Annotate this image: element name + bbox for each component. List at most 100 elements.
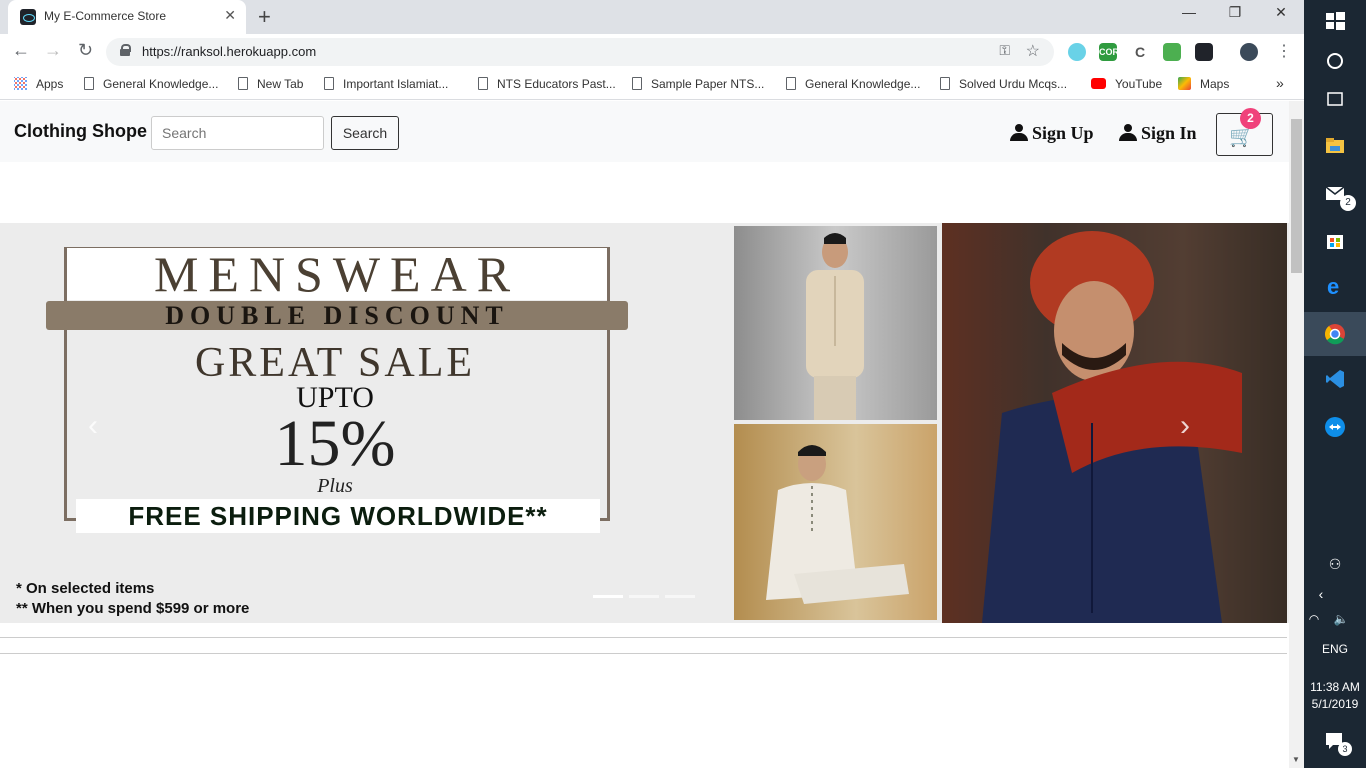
page-icon — [478, 77, 488, 90]
profile-avatar[interactable] — [1240, 43, 1258, 61]
bookmark-label: General Knowledge... — [805, 77, 921, 91]
banner-note-2: ** When you spend $599 or more — [16, 600, 250, 617]
key-icon[interactable]: ⚿ — [999, 42, 1010, 59]
url-text[interactable]: https://ranksol.herokuapp.com — [142, 44, 316, 59]
sign-in-label: Sign In — [1141, 123, 1197, 143]
menu-dots-icon[interactable]: ⋮ — [1276, 41, 1292, 61]
svg-text:e: e — [1327, 275, 1339, 297]
edge-icon[interactable]: e — [1324, 274, 1346, 299]
scroll-down-icon[interactable]: ▼ — [1292, 755, 1300, 764]
omnibox[interactable]: https://ranksol.herokuapp.com ⚿ ☆ — [106, 38, 1054, 66]
new-tab-button[interactable]: + — [258, 4, 271, 30]
bookmark-star-icon[interactable]: ☆ — [1026, 41, 1040, 61]
lock-icon — [120, 44, 131, 56]
file-explorer-icon[interactable] — [1324, 135, 1346, 157]
chrome-icon[interactable] — [1324, 323, 1346, 345]
promo-banner: MENSWEAR DOUBLE DISCOUNT GREAT SALE UPTO… — [0, 223, 733, 623]
address-bar: ← → ↻ https://ranksol.herokuapp.com ⚿ ☆ … — [0, 34, 1304, 70]
brand-logo[interactable]: Clothing Shope — [14, 121, 147, 142]
bookmark-youtube[interactable]: YouTube — [1091, 77, 1162, 91]
cors-extension-icon[interactable]: CORS — [1099, 43, 1125, 61]
close-tab-icon[interactable]: ✕ — [224, 7, 236, 24]
bookmark-label: Solved Urdu Mcqs... — [959, 77, 1068, 91]
c-extension-icon[interactable]: C — [1131, 43, 1149, 61]
bookmark-item[interactable]: Sample Paper NTS... — [632, 77, 764, 91]
show-hidden-icons[interactable]: ‹ — [1290, 586, 1352, 602]
promo-carousel: MENSWEAR DOUBLE DISCOUNT GREAT SALE UPTO… — [0, 223, 1289, 623]
page-icon — [632, 77, 642, 90]
banner-free-shipping: FREE SHIPPING WORLDWIDE** — [76, 499, 600, 533]
bookmark-maps[interactable]: Maps — [1178, 77, 1229, 91]
reload-icon[interactable]: ↻ — [78, 40, 93, 61]
bookmark-item[interactable]: Solved Urdu Mcqs... — [940, 77, 1067, 91]
carousel-indicator[interactable] — [665, 595, 695, 598]
web-page: Clothing Shope Search Sign Up Sign In 🛒 … — [0, 101, 1289, 768]
browser-tab[interactable]: My E-Commerce Store ✕ — [8, 0, 246, 34]
bookmark-item[interactable]: NTS Educators Past... — [478, 77, 616, 91]
sign-up-link[interactable]: Sign Up — [1010, 123, 1094, 144]
bookmark-item[interactable]: General Knowledge... — [786, 77, 920, 91]
bookmark-label: NTS Educators Past... — [497, 77, 616, 91]
cortana-icon[interactable] — [1324, 50, 1346, 72]
search-input[interactable] — [151, 116, 324, 150]
bookmark-label: Sample Paper NTS... — [651, 77, 765, 91]
more-bookmarks-icon[interactable]: » — [1276, 75, 1284, 91]
bookmarks-bar: Apps General Knowledge... New Tab Import… — [0, 70, 1304, 100]
banner-plus: Plus — [317, 475, 353, 497]
carousel-prev-icon[interactable]: ‹ — [88, 409, 98, 443]
bookmark-label: YouTube — [1115, 77, 1163, 91]
clock-date[interactable]: 5/1/2019 — [1304, 697, 1366, 711]
carousel-next-icon[interactable]: › — [1180, 409, 1190, 443]
bookmark-label: Apps — [36, 77, 64, 91]
product-photo-sherwani — [942, 223, 1287, 623]
back-icon[interactable]: ← — [12, 40, 30, 61]
carousel-indicator[interactable] — [629, 595, 659, 598]
scrollbar-thumb[interactable] — [1291, 119, 1302, 273]
teamviewer-icon[interactable] — [1324, 416, 1346, 438]
maps-icon — [1178, 77, 1191, 90]
clock-time[interactable]: 11:38 AM — [1304, 680, 1366, 694]
notification-badge: 3 — [1338, 742, 1352, 756]
forward-icon[interactable]: → — [44, 40, 62, 61]
model-figure — [806, 233, 864, 420]
page-icon — [324, 77, 334, 90]
user-plus-icon — [1010, 124, 1032, 141]
model-figure — [942, 223, 1287, 623]
divider — [0, 637, 1287, 638]
windows-start-icon[interactable] — [1324, 10, 1346, 32]
bookmark-item[interactable]: General Knowledge... — [84, 77, 218, 91]
browser-tab-strip: My E-Commerce Store ✕ + — ❐ ✕ — [0, 0, 1304, 34]
language-indicator[interactable]: ENG — [1304, 642, 1366, 656]
maximize-button[interactable]: ❐ — [1212, 4, 1258, 28]
page-icon — [84, 77, 94, 90]
close-window-button[interactable]: ✕ — [1258, 4, 1304, 28]
bookmark-label: General Knowledge... — [103, 77, 219, 91]
bookmark-apps[interactable]: Apps — [14, 77, 63, 91]
extension-color-icon[interactable] — [1068, 43, 1086, 61]
react-favicon-icon — [20, 9, 36, 25]
people-icon[interactable]: ⚇ — [1304, 556, 1366, 573]
bookmark-item[interactable]: Important Islamiat... — [324, 77, 448, 91]
page-icon — [940, 77, 950, 90]
page-icon — [238, 77, 248, 90]
mail-badge: 2 — [1340, 195, 1356, 211]
bookmark-item[interactable]: New Tab — [238, 77, 303, 91]
page-scrollbar[interactable]: ▼ — [1289, 101, 1304, 768]
product-photo-kurta — [734, 424, 937, 620]
green-extension-icon[interactable] — [1163, 43, 1181, 61]
vscode-icon[interactable] — [1324, 368, 1346, 390]
user-check-icon — [1119, 124, 1141, 141]
model-figure — [766, 445, 909, 604]
banner-note-1: * On selected items — [16, 580, 155, 597]
bookmark-label: New Tab — [257, 77, 304, 91]
react-devtools-icon[interactable] — [1195, 43, 1213, 61]
apps-grid-icon — [14, 77, 27, 90]
minimize-button[interactable]: — — [1166, 4, 1212, 28]
task-view-icon[interactable] — [1324, 88, 1346, 110]
volume-icon[interactable]: 🔈 — [1326, 612, 1356, 626]
store-icon[interactable] — [1324, 229, 1346, 251]
sign-in-link[interactable]: Sign In — [1119, 123, 1197, 144]
carousel-indicator[interactable] — [593, 595, 623, 598]
search-button[interactable]: Search — [331, 116, 399, 150]
banner-double-discount: DOUBLE DISCOUNT — [46, 301, 628, 330]
